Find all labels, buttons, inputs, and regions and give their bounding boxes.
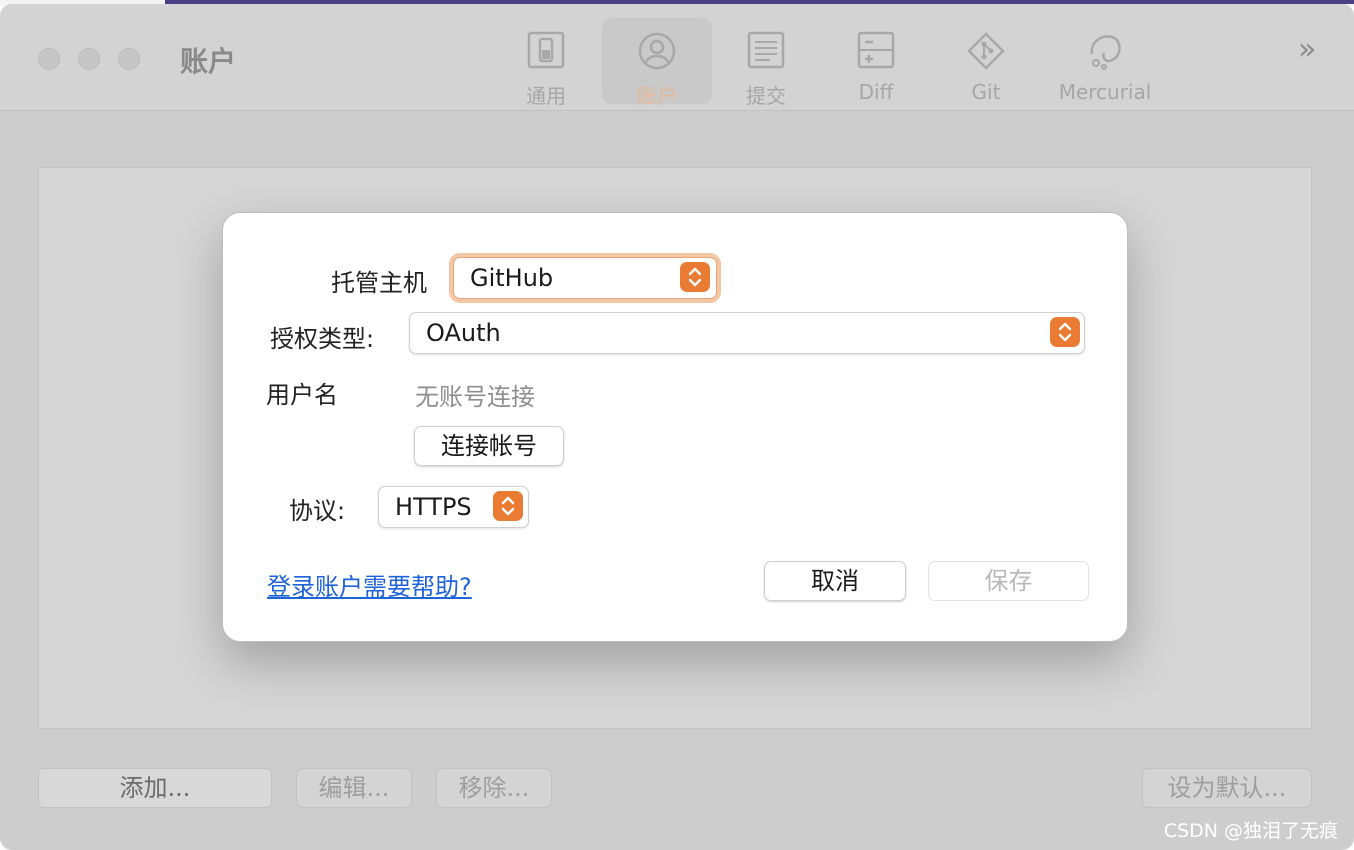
tab-general[interactable]: 通用 xyxy=(500,18,592,108)
edit-account-button[interactable]: 编辑... xyxy=(296,768,412,808)
minimize-window-button[interactable] xyxy=(78,48,100,70)
host-label: 托管主机 xyxy=(331,269,427,297)
zoom-window-button[interactable] xyxy=(118,48,140,70)
auth-type-stepper-icon xyxy=(1050,317,1080,347)
username-value: 无账号连接 xyxy=(415,383,535,411)
titlebar: 账户 通用 账户 提交 Diff Git Mercurial » xyxy=(0,4,1354,111)
tab-general-label: 通用 xyxy=(526,84,566,108)
tab-commit[interactable]: 提交 xyxy=(720,18,812,108)
save-button[interactable]: 保存 xyxy=(928,561,1089,601)
tab-account-label: 账户 xyxy=(637,84,677,108)
toolbar-overflow-chevron-icon[interactable]: » xyxy=(1298,32,1316,67)
username-label: 用户名 xyxy=(266,381,338,409)
login-help-link[interactable]: 登录账户需要帮助? xyxy=(267,567,472,602)
protocol-select-value: HTTPS xyxy=(395,493,472,521)
auth-type-select[interactable]: OAuth xyxy=(409,312,1085,354)
host-stepper-icon xyxy=(680,262,710,292)
host-select-value: GitHub xyxy=(470,264,554,292)
mercurial-icon xyxy=(1084,30,1126,77)
set-default-button[interactable]: 设为默认... xyxy=(1142,768,1312,808)
cancel-button[interactable]: 取消 xyxy=(764,561,906,601)
diff-icon xyxy=(856,30,896,75)
commit-icon xyxy=(746,30,786,75)
account-dialog: 托管主机 GitHub 授权类型: OAuth 用户名 无账号连接 连接帐号 协… xyxy=(222,212,1128,642)
git-icon xyxy=(965,30,1007,77)
auth-type-select-value: OAuth xyxy=(426,319,501,347)
tab-diff[interactable]: Diff xyxy=(830,18,922,104)
add-account-button[interactable]: 添加... xyxy=(38,768,272,808)
tab-mercurial-label: Mercurial xyxy=(1058,80,1152,104)
tab-account[interactable]: 账户 xyxy=(602,18,712,108)
tab-git[interactable]: Git xyxy=(940,18,1032,104)
connect-account-button[interactable]: 连接帐号 xyxy=(414,426,564,466)
account-icon xyxy=(636,30,678,77)
tab-git-label: Git xyxy=(971,80,1001,104)
tab-mercurial[interactable]: Mercurial xyxy=(1048,18,1162,104)
tab-diff-label: Diff xyxy=(858,80,894,104)
general-icon xyxy=(526,30,566,75)
close-window-button[interactable] xyxy=(38,48,60,70)
remove-account-button[interactable]: 移除... xyxy=(436,768,552,808)
watermark: CSDN @独泪了无痕 xyxy=(1163,820,1338,842)
window-title: 账户 xyxy=(180,45,237,78)
auth-type-label: 授权类型: xyxy=(270,325,375,353)
protocol-label: 协议: xyxy=(289,497,346,525)
protocol-stepper-icon xyxy=(493,491,523,521)
host-select[interactable]: GitHub xyxy=(453,257,717,299)
tab-commit-label: 提交 xyxy=(746,84,786,108)
protocol-select[interactable]: HTTPS xyxy=(378,486,529,528)
